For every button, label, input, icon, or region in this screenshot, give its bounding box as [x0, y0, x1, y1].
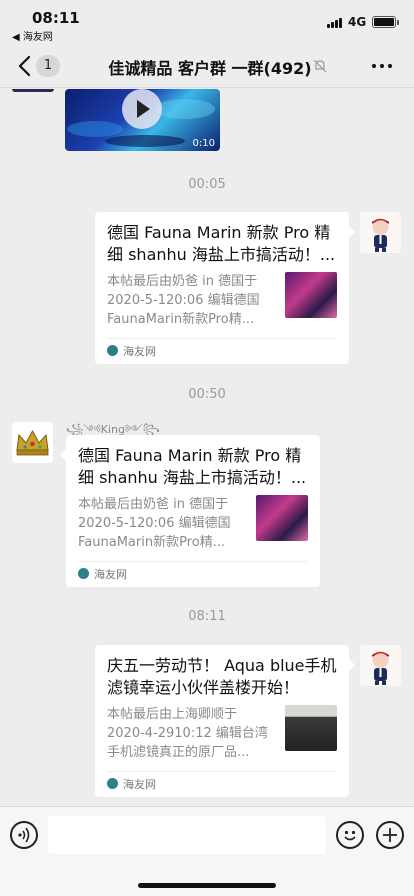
link-card-description: 本帖最后由奶爸 in 德国于 2020-5-120:06 编辑德国 FaunaM…: [107, 274, 260, 327]
message-list[interactable]: 0:10 00:05 德国 Fauna Marin 新款 Pro 精细 shan…: [0, 89, 414, 805]
voice-input-icon[interactable]: [10, 821, 38, 849]
back-arrow-icon[interactable]: [16, 54, 36, 78]
link-card-message[interactable]: 德国 Fauna Marin 新款 Pro 精细 shanhu 海盐上市搞活动！…: [95, 212, 355, 364]
cartoon-person-icon: [360, 212, 401, 253]
timestamp: 00:05: [188, 177, 226, 192]
my-avatar[interactable]: [360, 212, 401, 253]
more-options-icon[interactable]: [370, 59, 394, 73]
link-card-description: 本帖最后由上海卿顺于 2020-4-2910:12 编辑台湾手机滤镜真正的原厂品…: [107, 707, 268, 760]
input-bar: [0, 806, 414, 896]
link-card-title: 德国 Fauna Marin 新款 Pro 精细 shanhu 海盐上市搞活动！…: [78, 446, 307, 487]
link-card-source: 海友网: [123, 778, 156, 791]
my-avatar[interactable]: [360, 645, 401, 686]
add-plus-icon[interactable]: [376, 821, 404, 849]
status-time: 08:11: [32, 9, 80, 27]
emoji-icon[interactable]: [336, 821, 364, 849]
sender-avatar[interactable]: [12, 422, 53, 463]
avatar[interactable]: [12, 89, 54, 92]
link-card-thumbnail: [285, 272, 337, 318]
link-card-title: 德国 Fauna Marin 新款 Pro 精细 shanhu 海盐上市搞活动！…: [107, 223, 336, 264]
unread-count-badge[interactable]: 1: [36, 55, 60, 77]
link-card-source: 海友网: [94, 568, 127, 581]
video-message[interactable]: 0:10: [65, 89, 220, 151]
cartoon-person-icon: [360, 645, 401, 686]
status-bar: 08:11 ◀ 海友网 4G: [0, 0, 414, 44]
chat-header: 1 佳诚精品 客户群 一群(492): [0, 44, 414, 88]
link-card-thumbnail: [256, 495, 308, 541]
source-logo-icon: [107, 778, 118, 789]
network-type: 4G: [348, 15, 367, 29]
source-logo-icon: [78, 568, 89, 579]
link-card-title: 庆五一劳动节！ Aqua blue手机滤镜幸运小伙伴盖楼开始！: [107, 656, 337, 697]
chat-title: 佳诚精品 客户群 一群(492): [108, 59, 312, 78]
battery-icon: [372, 16, 399, 28]
link-card-description: 本帖最后由奶爸 in 德国于 2020-5-120:06 编辑德国 FaunaM…: [78, 497, 231, 550]
link-card-message[interactable]: 德国 Fauna Marin 新款 Pro 精细 shanhu 海盐上市搞活动！…: [60, 435, 320, 587]
back-to-app-link[interactable]: ◀ 海友网: [12, 28, 53, 43]
mute-bell-icon: [313, 59, 327, 73]
link-card-thumbnail: [285, 705, 337, 751]
link-card-message[interactable]: 庆五一劳动节！ Aqua blue手机滤镜幸运小伙伴盖楼开始！ 本帖最后由上海卿…: [95, 645, 355, 797]
play-icon[interactable]: [122, 89, 162, 129]
timestamp: 08:11: [188, 609, 226, 624]
link-card-source: 海友网: [123, 345, 156, 358]
timestamp: 00:50: [188, 387, 226, 402]
crown-icon: [12, 422, 53, 463]
video-duration: 0:10: [192, 138, 215, 149]
signal-icon: [327, 18, 343, 28]
home-indicator[interactable]: [138, 883, 276, 888]
source-logo-icon: [107, 345, 118, 356]
message-input[interactable]: [48, 816, 326, 854]
